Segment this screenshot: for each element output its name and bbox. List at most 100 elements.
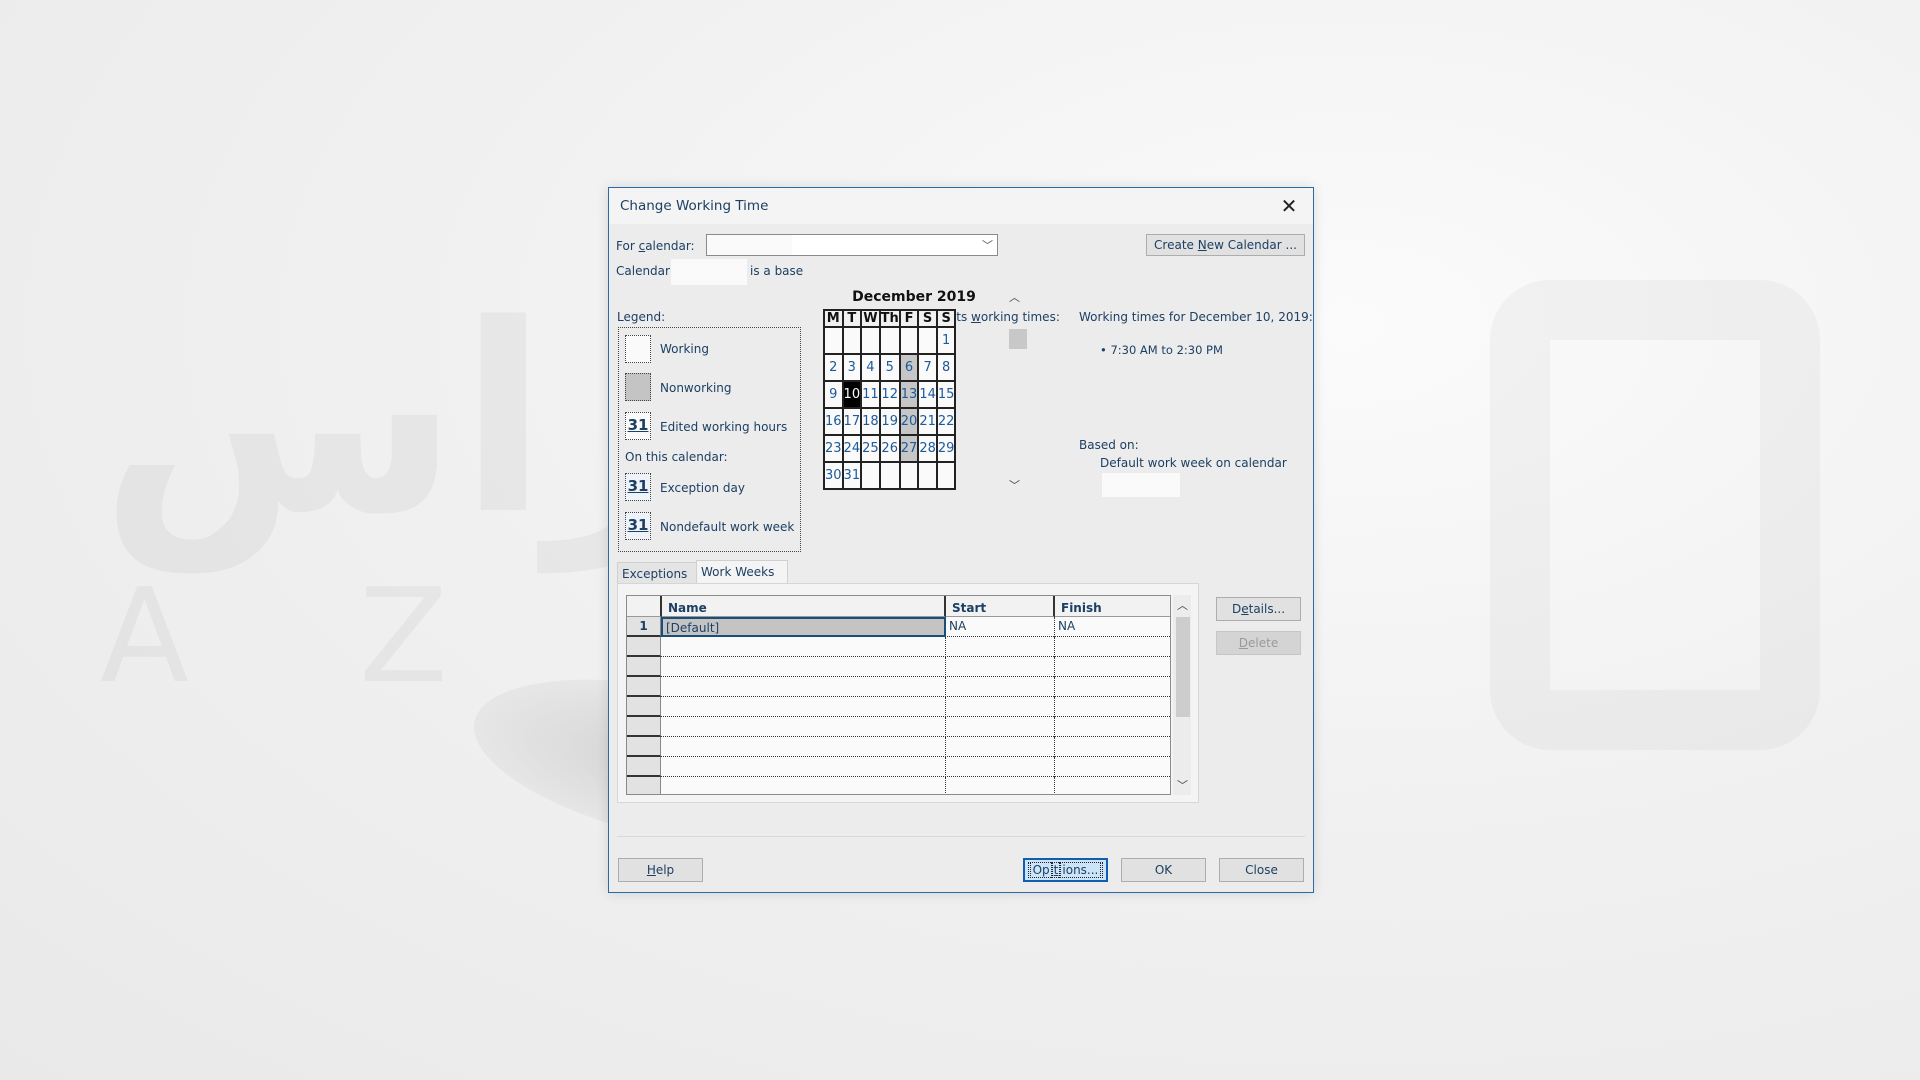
calendar-day[interactable]: 13 bbox=[898, 380, 920, 409]
calendar-day[interactable]: 9 bbox=[823, 380, 844, 409]
calendar-day[interactable]: 12 bbox=[878, 380, 901, 409]
row-number[interactable] bbox=[627, 637, 661, 657]
calendar-day[interactable]: 1 bbox=[935, 326, 957, 355]
cell-name[interactable] bbox=[661, 777, 946, 794]
chevron-up-icon[interactable]: ︿ bbox=[1177, 597, 1188, 613]
table-row[interactable]: 1 [Default] NA NA bbox=[627, 617, 1170, 637]
cell-name[interactable] bbox=[661, 677, 946, 697]
row-number[interactable] bbox=[627, 697, 661, 717]
cell-name[interactable] bbox=[661, 757, 946, 777]
calendar-day[interactable]: 15 bbox=[935, 380, 957, 409]
calendar-day[interactable]: 24 bbox=[841, 434, 863, 463]
calendar-day[interactable]: 14 bbox=[917, 380, 938, 409]
cell-finish[interactable] bbox=[1055, 717, 1170, 737]
calendar-day[interactable]: 23 bbox=[823, 434, 844, 463]
calendar-day[interactable]: 17 bbox=[841, 407, 863, 436]
table-row[interactable] bbox=[627, 677, 1170, 697]
close-icon[interactable]: ✕ bbox=[1275, 192, 1303, 220]
table-row[interactable] bbox=[627, 717, 1170, 737]
tab-work-weeks[interactable]: Work Weeks bbox=[696, 560, 788, 585]
calendar-day[interactable]: 27 bbox=[898, 434, 920, 463]
table-row[interactable] bbox=[627, 737, 1170, 757]
cell-start[interactable] bbox=[946, 717, 1055, 737]
column-header-start[interactable]: Start bbox=[946, 596, 1055, 617]
tab-exceptions[interactable]: Exceptions bbox=[617, 562, 699, 585]
calendar-day[interactable]: 2 bbox=[823, 353, 844, 382]
chevron-up-icon[interactable]: ︿ bbox=[1009, 289, 1020, 305]
calendar-day[interactable]: 20 bbox=[898, 407, 920, 436]
row-number[interactable] bbox=[627, 657, 661, 677]
chevron-down-icon[interactable]: ﹀ bbox=[1009, 477, 1020, 493]
calendar-day[interactable]: 7 bbox=[917, 353, 938, 382]
chevron-down-icon[interactable]: ﹀ bbox=[1177, 777, 1188, 793]
calendar-scrollbar[interactable]: ︿ ﹀ bbox=[1007, 289, 1027, 492]
cell-finish[interactable] bbox=[1055, 757, 1170, 777]
calendar-day[interactable]: 3 bbox=[841, 353, 863, 382]
close-button[interactable]: Close bbox=[1219, 858, 1304, 882]
table-row[interactable] bbox=[627, 777, 1170, 794]
calendar-day[interactable]: 4 bbox=[860, 353, 881, 382]
calendar-day[interactable]: 29 bbox=[935, 434, 957, 463]
column-header-finish[interactable]: Finish bbox=[1055, 596, 1170, 617]
cell-finish[interactable]: NA bbox=[1055, 617, 1170, 637]
cell-finish[interactable] bbox=[1055, 637, 1170, 657]
for-calendar-dropdown[interactable]: ﹀ bbox=[706, 234, 998, 256]
calendar-day[interactable]: 21 bbox=[917, 407, 938, 436]
table-row[interactable] bbox=[627, 637, 1170, 657]
calendar-empty-cell bbox=[935, 461, 957, 490]
cell-start[interactable] bbox=[946, 677, 1055, 697]
cell-start[interactable] bbox=[946, 757, 1055, 777]
row-number[interactable] bbox=[627, 777, 661, 794]
calendar-day[interactable]: 11 bbox=[860, 380, 881, 409]
column-header-name[interactable]: Name bbox=[662, 596, 946, 617]
cell-name[interactable] bbox=[661, 737, 946, 757]
calendar-day[interactable]: 6 bbox=[898, 353, 920, 382]
calendar-day[interactable]: 16 bbox=[823, 407, 844, 436]
table-row[interactable] bbox=[627, 697, 1170, 717]
calendar-day[interactable]: 22 bbox=[935, 407, 957, 436]
calendar-day[interactable]: 31 bbox=[841, 461, 863, 490]
delete-button[interactable]: Delete bbox=[1216, 631, 1301, 655]
details-button[interactable]: Details... bbox=[1216, 597, 1301, 621]
cell-finish[interactable] bbox=[1055, 697, 1170, 717]
calendar-day[interactable]: 10 bbox=[841, 380, 863, 409]
row-number[interactable] bbox=[627, 677, 661, 697]
help-button[interactable]: Help bbox=[618, 858, 703, 882]
calendar-scroll-thumb[interactable] bbox=[1009, 329, 1027, 349]
cell-name[interactable] bbox=[661, 717, 946, 737]
table-scroll-thumb[interactable] bbox=[1176, 617, 1190, 717]
cell-finish[interactable] bbox=[1055, 657, 1170, 677]
row-number[interactable] bbox=[627, 757, 661, 777]
cell-start[interactable] bbox=[946, 657, 1055, 677]
ok-button[interactable]: OK bbox=[1121, 858, 1206, 882]
cell-finish[interactable] bbox=[1055, 737, 1170, 757]
calendar-day[interactable]: 30 bbox=[823, 461, 844, 490]
create-new-calendar-button[interactable]: Create New Calendar ... bbox=[1146, 234, 1305, 256]
options-button[interactable]: Op t ions... bbox=[1023, 858, 1108, 882]
calendar-day[interactable]: 19 bbox=[878, 407, 901, 436]
cell-name[interactable] bbox=[661, 657, 946, 677]
cell-start[interactable] bbox=[946, 737, 1055, 757]
cell-start[interactable] bbox=[946, 637, 1055, 657]
cell-finish[interactable] bbox=[1055, 677, 1170, 697]
cell-name[interactable]: [Default] bbox=[661, 617, 946, 637]
table-scrollbar[interactable]: ︿ ﹀ bbox=[1173, 595, 1191, 795]
cell-finish[interactable] bbox=[1055, 777, 1170, 794]
cell-start[interactable] bbox=[946, 777, 1055, 794]
calendar-day[interactable]: 5 bbox=[878, 353, 901, 382]
row-number[interactable] bbox=[627, 717, 661, 737]
cell-name[interactable] bbox=[661, 697, 946, 717]
calendar-day[interactable]: 18 bbox=[860, 407, 881, 436]
row-number[interactable] bbox=[627, 737, 661, 757]
calendar-day[interactable]: 26 bbox=[878, 434, 901, 463]
cell-start[interactable] bbox=[946, 697, 1055, 717]
table-row[interactable] bbox=[627, 757, 1170, 777]
title-bar[interactable]: Change Working Time ✕ bbox=[609, 188, 1313, 224]
calendar-day[interactable]: 25 bbox=[860, 434, 881, 463]
calendar-day[interactable]: 8 bbox=[935, 353, 957, 382]
row-number[interactable]: 1 bbox=[627, 617, 661, 637]
cell-start[interactable]: NA bbox=[946, 617, 1055, 637]
cell-name[interactable] bbox=[661, 637, 946, 657]
table-row[interactable] bbox=[627, 657, 1170, 677]
calendar-day[interactable]: 28 bbox=[917, 434, 938, 463]
